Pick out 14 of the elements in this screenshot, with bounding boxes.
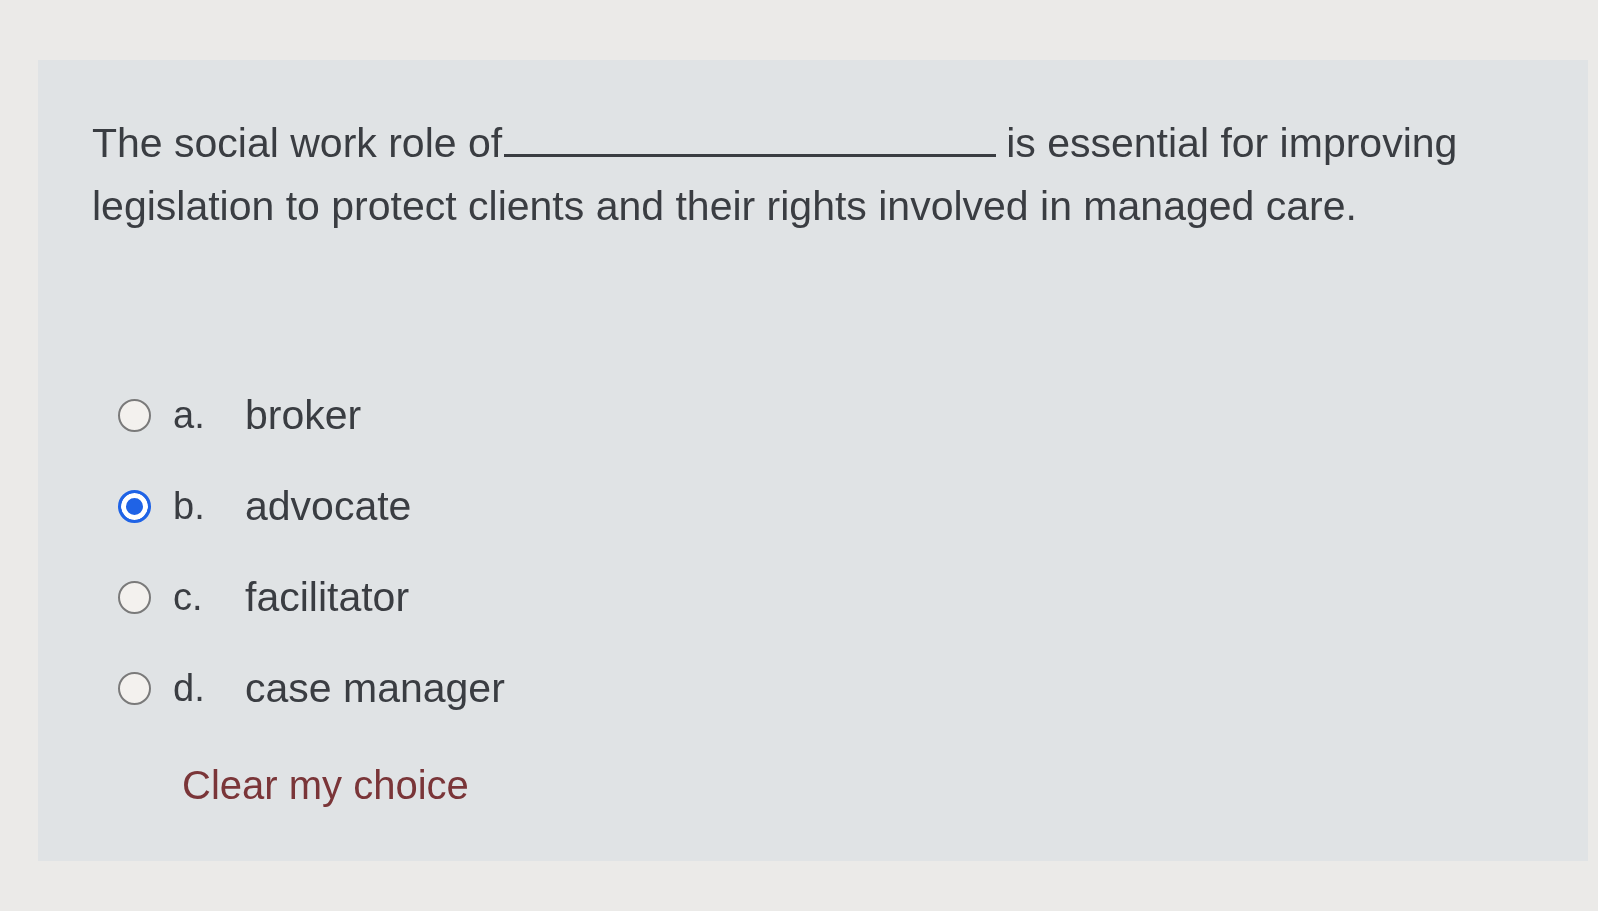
option-label[interactable]: broker	[245, 391, 362, 439]
option-label[interactable]: facilitator	[245, 573, 410, 621]
option-letter: d.	[173, 666, 206, 710]
radio-button[interactable]	[118, 398, 151, 432]
option-letter: c.	[173, 575, 204, 619]
radio-button[interactable]	[118, 671, 151, 705]
question-text: The social work role of is essential for improving legislation to protect clients and their rights involved in managed care.	[92, 119, 1459, 231]
option-letter: a.	[173, 393, 206, 437]
radio-button[interactable]	[118, 580, 151, 614]
option-label[interactable]: advocate	[245, 482, 412, 530]
radio-button[interactable]	[118, 489, 151, 523]
option-letter: b.	[173, 484, 206, 528]
clear-choice-link[interactable]: Clear my choice	[182, 763, 469, 808]
option-label[interactable]: case manager	[245, 664, 505, 712]
